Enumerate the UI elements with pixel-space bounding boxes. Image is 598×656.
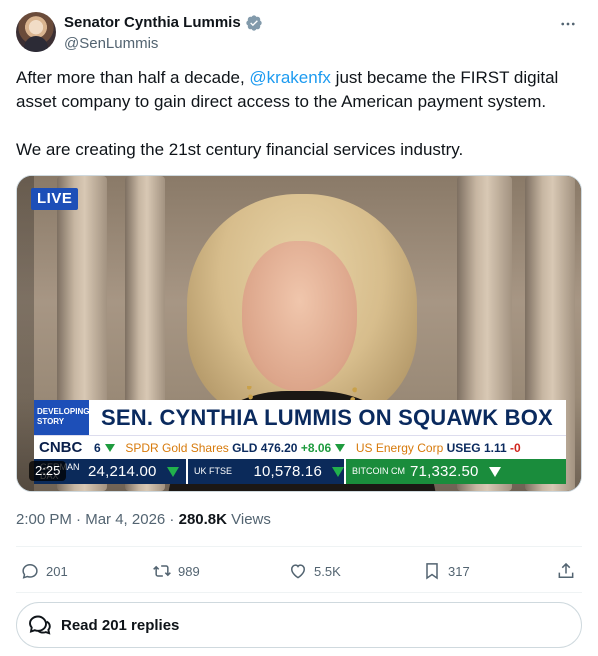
ticker-change: +8.06 [300, 440, 332, 455]
developing-story-tag: DEVELOPING STORY [34, 400, 89, 435]
ticker-text: 6 SPDR Gold Shares GLD 476.20 +8.06 US E… [94, 436, 521, 460]
share-button[interactable] [556, 558, 576, 584]
meta-separator: · [165, 511, 179, 528]
down-arrow-icon [332, 466, 344, 477]
repost-button[interactable]: 989 [152, 558, 200, 584]
repost-icon [153, 565, 171, 577]
tweet-paragraph-2: We are creating the 21st century financi… [16, 140, 464, 159]
ticker-value: 10,578.16 [253, 463, 322, 480]
ticker-block-bitcoin: BITCOIN CM 71,332.50 [346, 459, 566, 484]
speaker-face [242, 241, 357, 391]
action-bar: 201 989 5.5K 317 [16, 558, 582, 584]
ticker-value: 24,214.00 [88, 463, 157, 480]
read-replies-button[interactable]: Read 201 replies [16, 602, 582, 648]
ticker-symbol: GLD [232, 440, 258, 455]
ticker-partial: 6 [94, 440, 101, 455]
lower-third-banner: DEVELOPING STORY SEN. CYNTHIA LUMMIS ON … [34, 400, 566, 435]
live-badge: LIVE [31, 188, 79, 210]
tweet-meta: 2:00 PM · Mar 4, 2026 · 280.8K Views [16, 510, 271, 530]
ticker-name: US Energy Corp [355, 440, 444, 455]
author-display-name[interactable]: Senator Cynthia Lummis [64, 13, 241, 33]
reply-button[interactable]: 201 [20, 558, 68, 584]
chat-bubbles-icon [29, 615, 51, 635]
cnbc-logo: CNBC [39, 438, 83, 456]
meta-separator: · [71, 511, 86, 528]
ticker-name: SPDR Gold Shares [125, 440, 229, 455]
read-replies-label: Read 201 replies [61, 616, 180, 634]
views-label: Views [226, 511, 271, 528]
bookmark-button[interactable]: 317 [422, 558, 470, 584]
ticker-price: 476.20 [260, 440, 298, 455]
heart-icon [290, 564, 306, 579]
ticker-change: -0 [510, 440, 521, 455]
avatar[interactable] [16, 12, 56, 52]
views-count: 280.8K [178, 511, 227, 528]
divider [16, 546, 582, 547]
like-button[interactable]: 5.5K [288, 558, 341, 584]
ticker-label: UK FTSE [194, 466, 233, 476]
mention-link[interactable]: @krakenfx [249, 68, 331, 87]
bookmark-count: 317 [448, 563, 470, 579]
tweet-text-segment: After more than half a decade, [16, 68, 250, 87]
down-arrow-icon [166, 466, 179, 477]
repost-count: 989 [178, 563, 200, 579]
down-arrow-icon [335, 444, 346, 453]
down-arrow-icon [488, 466, 501, 477]
ticker-label: BITCOIN CM [352, 466, 405, 476]
more-options-icon[interactable] [556, 12, 580, 36]
verified-badge-icon [246, 15, 262, 31]
tweet-paragraph-1: After more than half a decade, @krakenfx… [16, 66, 582, 114]
bookmark-icon [426, 563, 438, 580]
tweet-header: Senator Cynthia Lummis @SenLummis [16, 12, 582, 56]
name-row: Senator Cynthia Lummis [64, 13, 263, 33]
down-arrow-icon [104, 444, 115, 453]
ticker-value: 71,332.50 [410, 463, 479, 480]
stock-ticker-bottom: GERMAN DAX 24,214.00 UK FTSE 10,578.16 B… [34, 459, 566, 484]
reply-count: 201 [46, 563, 68, 579]
ticker-price: 1.11 [483, 440, 507, 455]
stock-ticker-top: CNBC 6 SPDR Gold Shares GLD 476.20 +8.06… [34, 435, 566, 459]
reply-icon [22, 563, 38, 579]
share-icon [558, 562, 574, 578]
ticker-symbol: USEG [446, 440, 481, 455]
author-handle[interactable]: @SenLummis [64, 34, 158, 54]
tweet-date[interactable]: Mar 4, 2026 [85, 511, 165, 528]
tweet-text: After more than half a decade, @krakenfx… [16, 66, 582, 162]
divider [16, 592, 582, 593]
like-count: 5.5K [314, 563, 341, 579]
tweet-time[interactable]: 2:00 PM [16, 511, 72, 528]
video-headline: SEN. CYNTHIA LUMMIS ON SQUAWK BOX [101, 405, 553, 430]
ticker-block-ftse: UK FTSE 10,578.16 [188, 459, 346, 484]
video-duration: 2:25 [29, 461, 67, 481]
video-player[interactable]: LIVE DEVELOPING STORY SEN. CYNTHIA LUMMI… [16, 175, 582, 492]
